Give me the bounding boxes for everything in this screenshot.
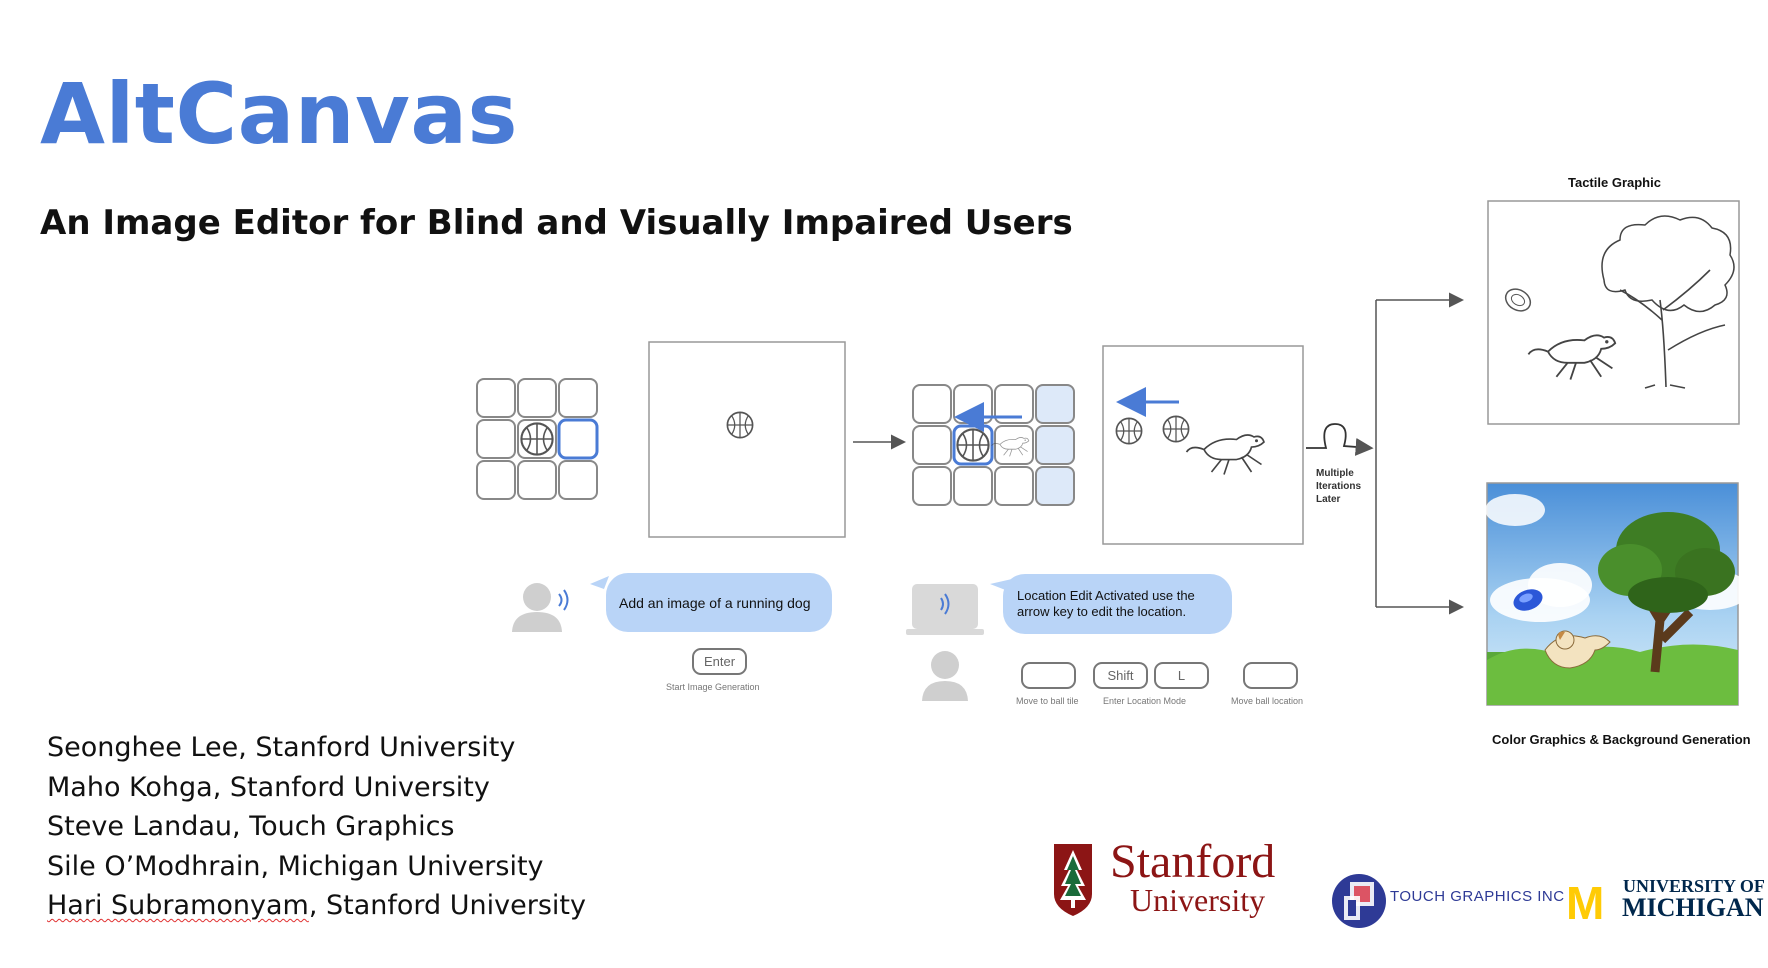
touch-graphics-logo [1330,872,1388,935]
voice-command-bubble: Add an image of a running dog [606,573,832,632]
move-ball-caption: Move ball location [1231,696,1304,706]
tile-grid-initial [476,378,599,500]
stanford-tree-logo [1048,842,1108,920]
iterations-label: Multiple Iterations Later [1316,468,1362,505]
tactile-graphic-panel [1487,200,1740,425]
laptop-icon [906,584,984,635]
stanford-wordmark: Stanford [1110,835,1276,888]
l-key: L [1154,662,1209,689]
user-avatar-icon [922,651,968,701]
tactile-graphic-label: Tactile Graphic [1568,175,1661,190]
speaker-wave-icon [558,589,569,611]
workflow-figure [476,200,1750,706]
location-mode-caption: Enter Location Mode [1103,696,1187,706]
system-feedback-line: arrow key to edit the location. [1017,604,1187,619]
canvas-preview-2 [1102,345,1304,545]
enter-key: Enter [692,648,747,675]
michigan-block-m-logo: M [1566,877,1605,929]
move-tile-caption: Move to ball tile [1016,696,1079,706]
canvas-preview-1 [648,341,846,538]
tile-grid-edit [912,384,1075,506]
user-avatar-icon [512,583,562,632]
stanford-university-wordmark: University [1130,882,1266,918]
left-arrow-key [1243,662,1298,689]
touch-graphics-wordmark: TOUCH GRAPHICS INC [1390,888,1565,905]
color-graphic-label: Color Graphics & Background Generation [1492,732,1751,747]
system-feedback-line: Location Edit Activated use the [1017,588,1195,603]
left-arrow-key [1021,662,1076,689]
enter-key-caption: Start Image Generation [666,682,760,692]
michigan-wordmark-line2: MICHIGAN [1622,893,1764,922]
color-graphic-panel [1485,482,1750,706]
voice-command-text: Add an image of a running dog [619,594,811,611]
shift-key: Shift [1093,662,1148,689]
system-feedback-bubble: Location Edit Activated use the arrow ke… [1003,574,1232,634]
